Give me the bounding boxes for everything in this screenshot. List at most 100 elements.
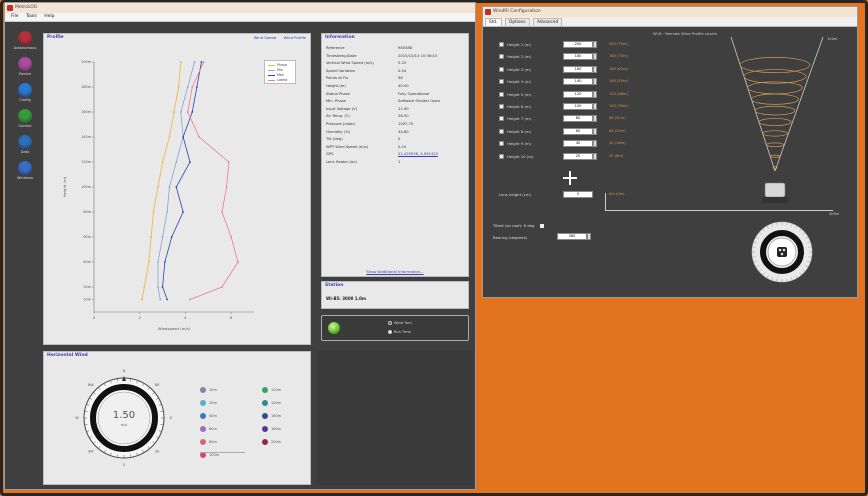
level-dot-icon [262,400,268,406]
height-input[interactable]: 40 [563,140,593,148]
height-spinner[interactable] [593,127,597,135]
data-point [175,161,178,163]
status-led-icon [328,322,340,334]
height-input[interactable]: 160 [563,65,593,73]
height-input[interactable]: 120 [563,90,593,98]
y-tick-label: 160m [81,110,91,114]
wind-level-item[interactable]: 120m [262,386,312,394]
status-panel: Wind Turn Run Time [321,315,469,341]
data-point [200,61,203,63]
height-spinner[interactable] [593,41,597,48]
wind-level-item[interactable]: 40m [200,412,250,420]
toolbar-button-config[interactable]: Config [11,83,39,105]
config-chart-title: Wi-B · Remote Wind Profile Levels [653,31,717,36]
height-input[interactable]: 80 [563,115,593,123]
bearing-spinner[interactable] [587,233,591,240]
height-spinner[interactable] [593,65,597,73]
data-point [202,61,205,63]
data-point [161,286,164,288]
wind-profile-link[interactable]: Wind Profile [283,35,306,40]
y-tick-label: 200m [81,60,91,64]
toolbar-button-data[interactable]: Data [11,135,39,157]
toolbar-button-autonomous[interactable]: Autonomous [11,31,39,53]
height-annotation: 20 (8m) [609,153,624,158]
height-spinner[interactable] [593,115,597,123]
tab-advanced[interactable]: Advanced [533,18,563,26]
height-enable-checkbox[interactable] [499,153,504,159]
beam-level-ring [766,142,784,148]
height-spinner[interactable] [593,90,597,98]
menu-help[interactable]: Help [44,13,54,21]
profile-title: Profile [47,35,64,40]
height-input[interactable]: 20 [563,152,593,160]
height-input[interactable]: 100 [563,103,593,110]
height-label: Height 9 (m) [507,141,532,147]
add-level-button[interactable] [563,171,577,185]
height-annotation: 100 (39m) [609,104,628,108]
height-input[interactable]: 140 [563,78,593,86]
radio-wind-turn[interactable]: Wind Turn [388,321,412,325]
toolbar-button-control[interactable]: Control [11,109,39,131]
wind-level-item[interactable]: 160m [262,412,312,420]
wind-list-divider [200,452,245,453]
toolbar-button-windows[interactable]: Windows [11,161,39,183]
height-spinner[interactable] [593,140,597,148]
y-tick-label: 100m [81,185,91,189]
radio-run-time[interactable]: Run Time [388,330,411,334]
height-enable-checkbox[interactable] [499,116,504,122]
wind-level-item[interactable]: 10m [200,386,250,394]
data-point [175,186,178,188]
height-label: Height 3 (m) [507,66,532,72]
data-point [166,298,169,301]
info-value: 1 [398,160,401,164]
height-input[interactable]: 60 [563,127,593,135]
data-point [179,61,182,63]
height-annotation: 180 (70m) [609,54,628,59]
height-spinner[interactable] [593,53,597,61]
lens-height-input[interactable]: 0 [563,191,593,198]
height-annotation: 200 (75m) [609,42,628,46]
info-key: GPS [326,152,334,157]
tab-std[interactable]: Std. [485,18,502,26]
config-app-icon [485,9,491,15]
wind-level-item[interactable]: 140m [262,399,312,407]
show-additional-info-link[interactable]: Show Additional Information... [322,269,468,274]
height-label: Height 8 (m) [507,128,532,134]
wind-level-item[interactable]: 180m [262,425,312,433]
y-tick-label: 80m [83,210,91,214]
height-enable-checkbox[interactable] [499,42,504,47]
info-value: Fully Operational [398,91,430,96]
wind-level-item[interactable]: 200m [262,438,312,446]
height-annotation: 140 (55m) [609,79,628,84]
height-enable-checkbox[interactable] [499,79,504,85]
height-spinner[interactable] [593,152,597,160]
wind-level-item[interactable]: 60m [200,425,250,433]
height-row: Height 7 (m) 80 80 (31m) [499,115,659,124]
menu-tools[interactable]: Tools [26,13,37,21]
info-value[interactable]: 52.429538, 4.091423 [398,152,438,156]
height-enable-checkbox[interactable] [499,128,504,134]
compass-label: NE [155,383,160,387]
height-enable-checkbox[interactable] [499,91,504,97]
info-value: 96 [398,76,403,81]
lens-height-label: Lens height (cm) [499,192,532,197]
height-enable-checkbox[interactable] [499,66,504,72]
wind-level-item[interactable]: 80m [200,438,250,446]
toolbar-button-device[interactable]: Device [11,57,39,79]
x-tick-label: 6 [230,316,233,320]
height-spinner[interactable] [593,103,597,110]
bearing-input[interactable]: 360 [557,233,587,240]
beam-level-ring [743,69,807,84]
height-input[interactable]: 200 [563,41,593,48]
height-spinner[interactable] [593,78,597,86]
height-enable-checkbox[interactable] [499,141,504,147]
menu-file[interactable]: File [11,13,19,21]
wind-speed-link[interactable]: Wind Speed [254,35,277,40]
height-enable-checkbox[interactable] [499,104,504,109]
beam-level-ring [754,105,796,116]
height-input[interactable]: 180 [563,53,593,61]
tab-options[interactable]: Options [505,18,530,26]
tilt-checkbox[interactable] [539,224,544,228]
wind-level-item[interactable]: 20m [200,399,250,407]
height-enable-checkbox[interactable] [499,54,504,60]
